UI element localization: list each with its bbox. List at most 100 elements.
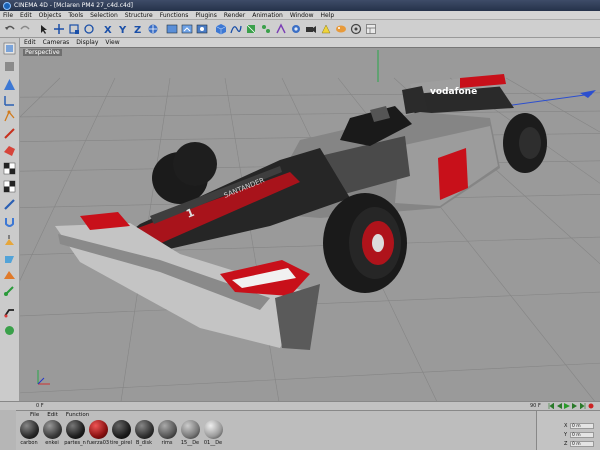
live-selection-icon[interactable] [37,22,50,35]
material-menu-file[interactable]: File [30,412,39,418]
material-label: enkei [45,440,59,446]
array-icon[interactable] [259,22,272,35]
magnet-tool-icon[interactable] [3,216,16,229]
record-icon[interactable] [588,403,594,409]
material-label: rims [161,440,173,446]
light-icon[interactable] [319,22,332,35]
render-settings-icon[interactable] [195,22,208,35]
coordinate-system-icon[interactable] [146,22,159,35]
knife-tool-icon[interactable] [3,198,16,211]
viewport-menu-cameras[interactable]: Cameras [43,39,70,46]
use-model-tool-icon[interactable] [3,42,16,55]
extrude-tool-icon[interactable] [3,234,16,247]
axis-y-icon[interactable]: Y [116,22,129,35]
move-tool-icon[interactable] [52,22,65,35]
perspective-viewport[interactable]: vodafone SANTANDER 1 Perspective [20,47,600,401]
material-swatch[interactable]: enkei [41,420,63,446]
use-object-tool-icon[interactable] [3,60,16,73]
xpresso-icon[interactable] [349,22,362,35]
front-left-wheel [173,142,217,186]
menu-bar: File Edit Objects Tools Selection Struct… [0,11,600,20]
material-swatch[interactable]: fuerza03 [87,420,109,446]
material-swatch[interactable]: 15__De [179,420,201,446]
viewport-scene: vodafone SANTANDER 1 [20,50,600,401]
end-frame: 90 F [530,403,541,409]
checker-tool-icon[interactable] [3,162,16,175]
menu-file[interactable]: File [3,12,13,19]
menu-plugins[interactable]: Plugins [195,12,217,19]
cube-primitive-icon[interactable] [214,22,227,35]
menu-tools[interactable]: Tools [68,12,83,19]
material-preview [157,420,177,439]
nurbs-icon[interactable] [244,22,257,35]
material-swatch[interactable]: tire_pirell [110,420,132,446]
go-to-end-icon[interactable] [580,403,586,409]
render-picture-viewer-icon[interactable] [180,22,193,35]
coord-z-field[interactable]: 0 m [570,441,594,447]
axis-z-icon[interactable]: Z [131,22,144,35]
use-texture-axis-icon[interactable] [3,94,16,107]
render-view-icon[interactable] [165,22,178,35]
undo-icon[interactable] [3,22,16,35]
main-toolbar: X Y Z [0,20,600,38]
menu-structure[interactable]: Structure [125,12,153,19]
bevel-tool-icon[interactable] [3,252,16,265]
scale-tool-icon[interactable] [67,22,80,35]
material-swatch[interactable]: B_disk [133,420,155,446]
deformer-icon[interactable] [274,22,287,35]
cinema4d-app-icon [3,1,11,10]
title-bar: CINEMA 4D - [Mclaren PM4 27_c4d.c4d] [0,0,600,11]
material-menu-edit[interactable]: Edit [47,412,58,418]
material-menu-function[interactable]: Function [66,412,89,418]
menu-objects[interactable]: Objects [39,12,62,19]
play-icon[interactable] [564,403,570,409]
menu-window[interactable]: Window [290,12,314,19]
viewport-menu-view[interactable]: View [105,39,119,46]
go-to-start-icon[interactable] [548,403,554,409]
viewport-menu-display[interactable]: Display [76,39,98,46]
redo-icon[interactable] [18,22,31,35]
rotate-tool-icon[interactable] [82,22,95,35]
menu-edit[interactable]: Edit [20,12,32,19]
menu-help[interactable]: Help [321,12,335,19]
use-texture-tool-icon[interactable] [3,78,16,91]
material-label: B_disk [136,440,152,446]
material-menu-bar: File Edit Function [16,411,536,418]
use-points-tool-icon[interactable] [3,110,16,123]
sculpt-tool-icon[interactable] [3,324,16,337]
axis-x-icon[interactable]: X [101,22,114,35]
material-swatch[interactable]: carbon [18,420,40,446]
step-forward-icon[interactable] [572,403,578,409]
scene-object-icon[interactable] [289,22,302,35]
menu-selection[interactable]: Selection [90,12,118,19]
material-preview [88,420,108,439]
material-tag-icon[interactable] [334,22,347,35]
viewport-menu-edit[interactable]: Edit [24,39,36,46]
layout-icon[interactable] [364,22,377,35]
material-swatch[interactable]: partes_n [64,420,86,446]
coord-y-field[interactable]: 0 m [570,432,594,438]
timeline-bar[interactable]: 0 F 90 F [0,401,600,410]
svg-text:Y: Y [118,25,127,35]
coord-x-field[interactable]: 0 m [570,423,594,429]
rear-right-wheel [503,113,547,173]
material-label: tire_pirell [110,440,132,446]
material-swatch[interactable]: rims [156,420,178,446]
livery-vodafone-text: vodafone [430,87,477,97]
use-edges-tool-icon[interactable] [3,127,16,140]
paint-tool-icon[interactable] [3,306,16,319]
front-right-wheel [323,193,407,293]
menu-render[interactable]: Render [224,12,245,19]
brush-tool-icon[interactable] [3,284,16,297]
playback-controls [548,403,596,409]
material-swatch[interactable]: 01__De [202,420,224,446]
step-back-icon[interactable] [556,403,562,409]
camera-icon[interactable] [304,22,317,35]
smooth-shift-tool-icon[interactable] [3,268,16,281]
spline-icon[interactable] [229,22,242,35]
axis-gizmo [37,370,50,385]
use-polygons-tool-icon[interactable] [3,144,16,157]
checker-tool-2-icon[interactable] [3,180,16,193]
menu-functions[interactable]: Functions [160,12,189,19]
menu-animation[interactable]: Animation [252,12,283,19]
